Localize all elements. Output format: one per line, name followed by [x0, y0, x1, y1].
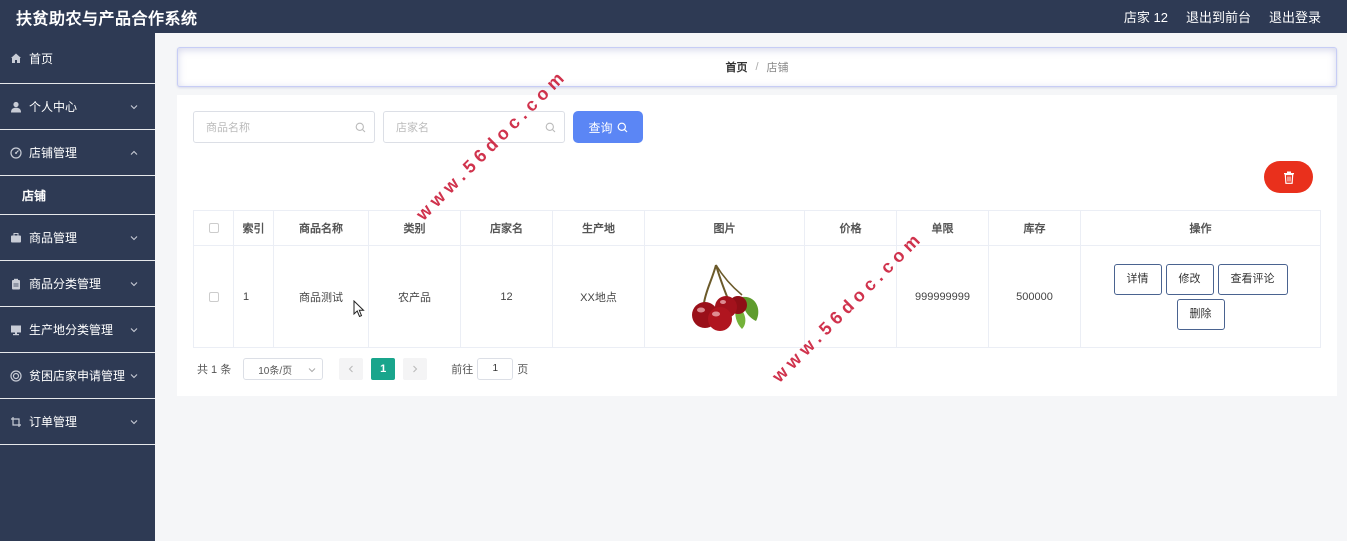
- batch-delete-button[interactable]: [1264, 161, 1313, 193]
- table-row: 1 商品测试 农产品 12 XX地点 999999999 500000 详情 修…: [193, 245, 1321, 348]
- sidebar-item-label: 商品分类管理: [29, 277, 102, 291]
- sidebar-item-label: 商品管理: [29, 231, 78, 245]
- cell-image: [644, 245, 805, 348]
- column-header: 店家名: [460, 210, 553, 246]
- cell-product-name: 商品测试: [273, 245, 369, 348]
- crop-icon: [10, 416, 22, 428]
- search-icon: [617, 122, 627, 132]
- search-icon: [545, 122, 556, 133]
- chevron-left-icon: [348, 365, 354, 373]
- breadcrumb-separator: /: [755, 61, 759, 73]
- query-button[interactable]: 查询: [573, 111, 643, 143]
- sidebar-item-label: 订单管理: [29, 415, 78, 429]
- column-header: 商品名称: [273, 210, 369, 246]
- breadcrumb-home[interactable]: 首页: [725, 59, 747, 75]
- top-bar: 扶贫助农与产品合作系统 店家 12 退出到前台 退出登录: [0, 0, 1347, 33]
- column-header: 类别: [368, 210, 461, 246]
- cell-shop-name: 12: [460, 245, 553, 348]
- briefcase-icon: [10, 232, 22, 244]
- row-checkbox[interactable]: [208, 291, 219, 302]
- sidebar-item-product-management[interactable]: 商品管理: [0, 215, 155, 261]
- chevron-down-icon: [130, 281, 138, 286]
- main-panel: 商品名称 店家名 查询 索引 商品名称 类别 店家名 生产地 图片 价格 单限 …: [177, 95, 1337, 396]
- search-placeholder: 商品名称: [206, 122, 250, 134]
- prev-page-button[interactable]: [339, 358, 364, 380]
- column-header: 图片: [644, 210, 805, 246]
- sidebar: 首页 个人中心 店铺管理 店铺 商品管理 商品分类管理 生产地分类管理 贫困店家…: [0, 33, 155, 541]
- chevron-down-icon: [308, 368, 316, 373]
- sidebar-item-label: 生产地分类管理: [29, 323, 114, 337]
- sidebar-item-label: 个人中心: [29, 100, 78, 114]
- select-all-cell[interactable]: [193, 210, 234, 246]
- detail-button[interactable]: 详情: [1113, 263, 1162, 295]
- query-button-label: 查询: [588, 120, 613, 135]
- view-comments-button[interactable]: 查看评论: [1217, 263, 1288, 295]
- pagination: 共 1 条 10条/页 1 前往 1 页: [197, 358, 528, 380]
- sidebar-item-label: 首页: [29, 51, 54, 66]
- next-page-button[interactable]: [403, 358, 428, 380]
- column-header: 生产地: [552, 210, 645, 246]
- sidebar-item-poor-shop-application[interactable]: 贫困店家申请管理: [0, 353, 155, 399]
- sidebar-item-label: 贫困店家申请管理: [29, 369, 126, 383]
- row-select-cell[interactable]: [193, 245, 234, 348]
- column-header: 索引: [233, 210, 274, 246]
- cell-limit: 999999999: [896, 245, 989, 348]
- breadcrumb: 首页 / 店铺: [177, 47, 1337, 87]
- sidebar-item-origin-management[interactable]: 生产地分类管理: [0, 307, 155, 353]
- sidebar-item-home[interactable]: 首页: [0, 33, 155, 84]
- chevron-right-icon: [413, 365, 418, 373]
- goto-page-input[interactable]: 1: [477, 358, 514, 380]
- cell-actions: 详情 修改 查看评论 删除: [1080, 245, 1321, 348]
- column-header: 操作: [1080, 210, 1321, 246]
- page-number-button[interactable]: 1: [371, 358, 396, 380]
- chevron-down-icon: [130, 373, 138, 378]
- mouse-cursor-icon: [353, 300, 365, 318]
- column-header: 库存: [988, 210, 1081, 246]
- user-icon: [10, 101, 22, 113]
- cherry-image: [691, 264, 758, 331]
- goto-label: 前往: [451, 364, 474, 376]
- delete-button[interactable]: 删除: [1176, 298, 1225, 330]
- search-icon: [355, 122, 366, 133]
- current-user: 店家 12: [1123, 10, 1168, 25]
- column-header: 价格: [804, 210, 897, 246]
- breadcrumb-current: 店铺: [766, 62, 789, 74]
- sidebar-subitem-store[interactable]: 店铺: [0, 176, 155, 215]
- chevron-down-icon: [130, 235, 138, 240]
- goto-suffix: 页: [517, 364, 529, 376]
- table-header-row: 索引 商品名称 类别 店家名 生产地 图片 价格 单限 库存 操作: [193, 210, 1321, 246]
- product-name-search-input[interactable]: 商品名称: [193, 111, 375, 143]
- clipboard-icon: [10, 278, 22, 290]
- cell-stock: 500000: [988, 245, 1081, 348]
- select-all-checkbox[interactable]: [208, 223, 219, 234]
- sidebar-item-store-management[interactable]: 店铺管理: [0, 130, 155, 176]
- home-icon: [10, 52, 22, 64]
- sidebar-subitem-label: 店铺: [22, 188, 47, 203]
- cell-origin: XX地点: [552, 245, 645, 348]
- chevron-up-icon: [130, 150, 138, 155]
- shop-name-search-input[interactable]: 店家名: [383, 111, 565, 143]
- trash-icon: [1283, 171, 1294, 184]
- sidebar-item-label: 店铺管理: [29, 146, 78, 160]
- sidebar-item-order-management[interactable]: 订单管理: [0, 399, 155, 445]
- cell-category: 农产品: [368, 245, 461, 348]
- search-placeholder: 店家名: [396, 122, 429, 134]
- chevron-down-icon: [130, 104, 138, 109]
- edit-button[interactable]: 修改: [1165, 263, 1214, 295]
- cell-index: 1: [233, 245, 274, 348]
- page-size-value: 10条/页: [258, 365, 293, 377]
- product-table: 索引 商品名称 类别 店家名 生产地 图片 价格 单限 库存 操作 1 商品测试…: [193, 210, 1321, 348]
- circle-icon: [10, 369, 22, 382]
- sidebar-item-profile[interactable]: 个人中心: [0, 84, 155, 130]
- logout-link[interactable]: 退出登录: [1269, 7, 1321, 26]
- sidebar-item-category-management[interactable]: 商品分类管理: [0, 261, 155, 307]
- store-icon: [10, 146, 22, 159]
- pagination-total: 共 1 条: [197, 364, 232, 376]
- chevron-down-icon: [130, 327, 138, 332]
- exit-to-front-link[interactable]: 退出到前台: [1186, 7, 1251, 26]
- page-size-select[interactable]: 10条/页: [243, 358, 324, 380]
- monitor-icon: [10, 324, 22, 336]
- chevron-down-icon: [130, 419, 138, 424]
- app-title: 扶贫助农与产品合作系统: [16, 10, 198, 28]
